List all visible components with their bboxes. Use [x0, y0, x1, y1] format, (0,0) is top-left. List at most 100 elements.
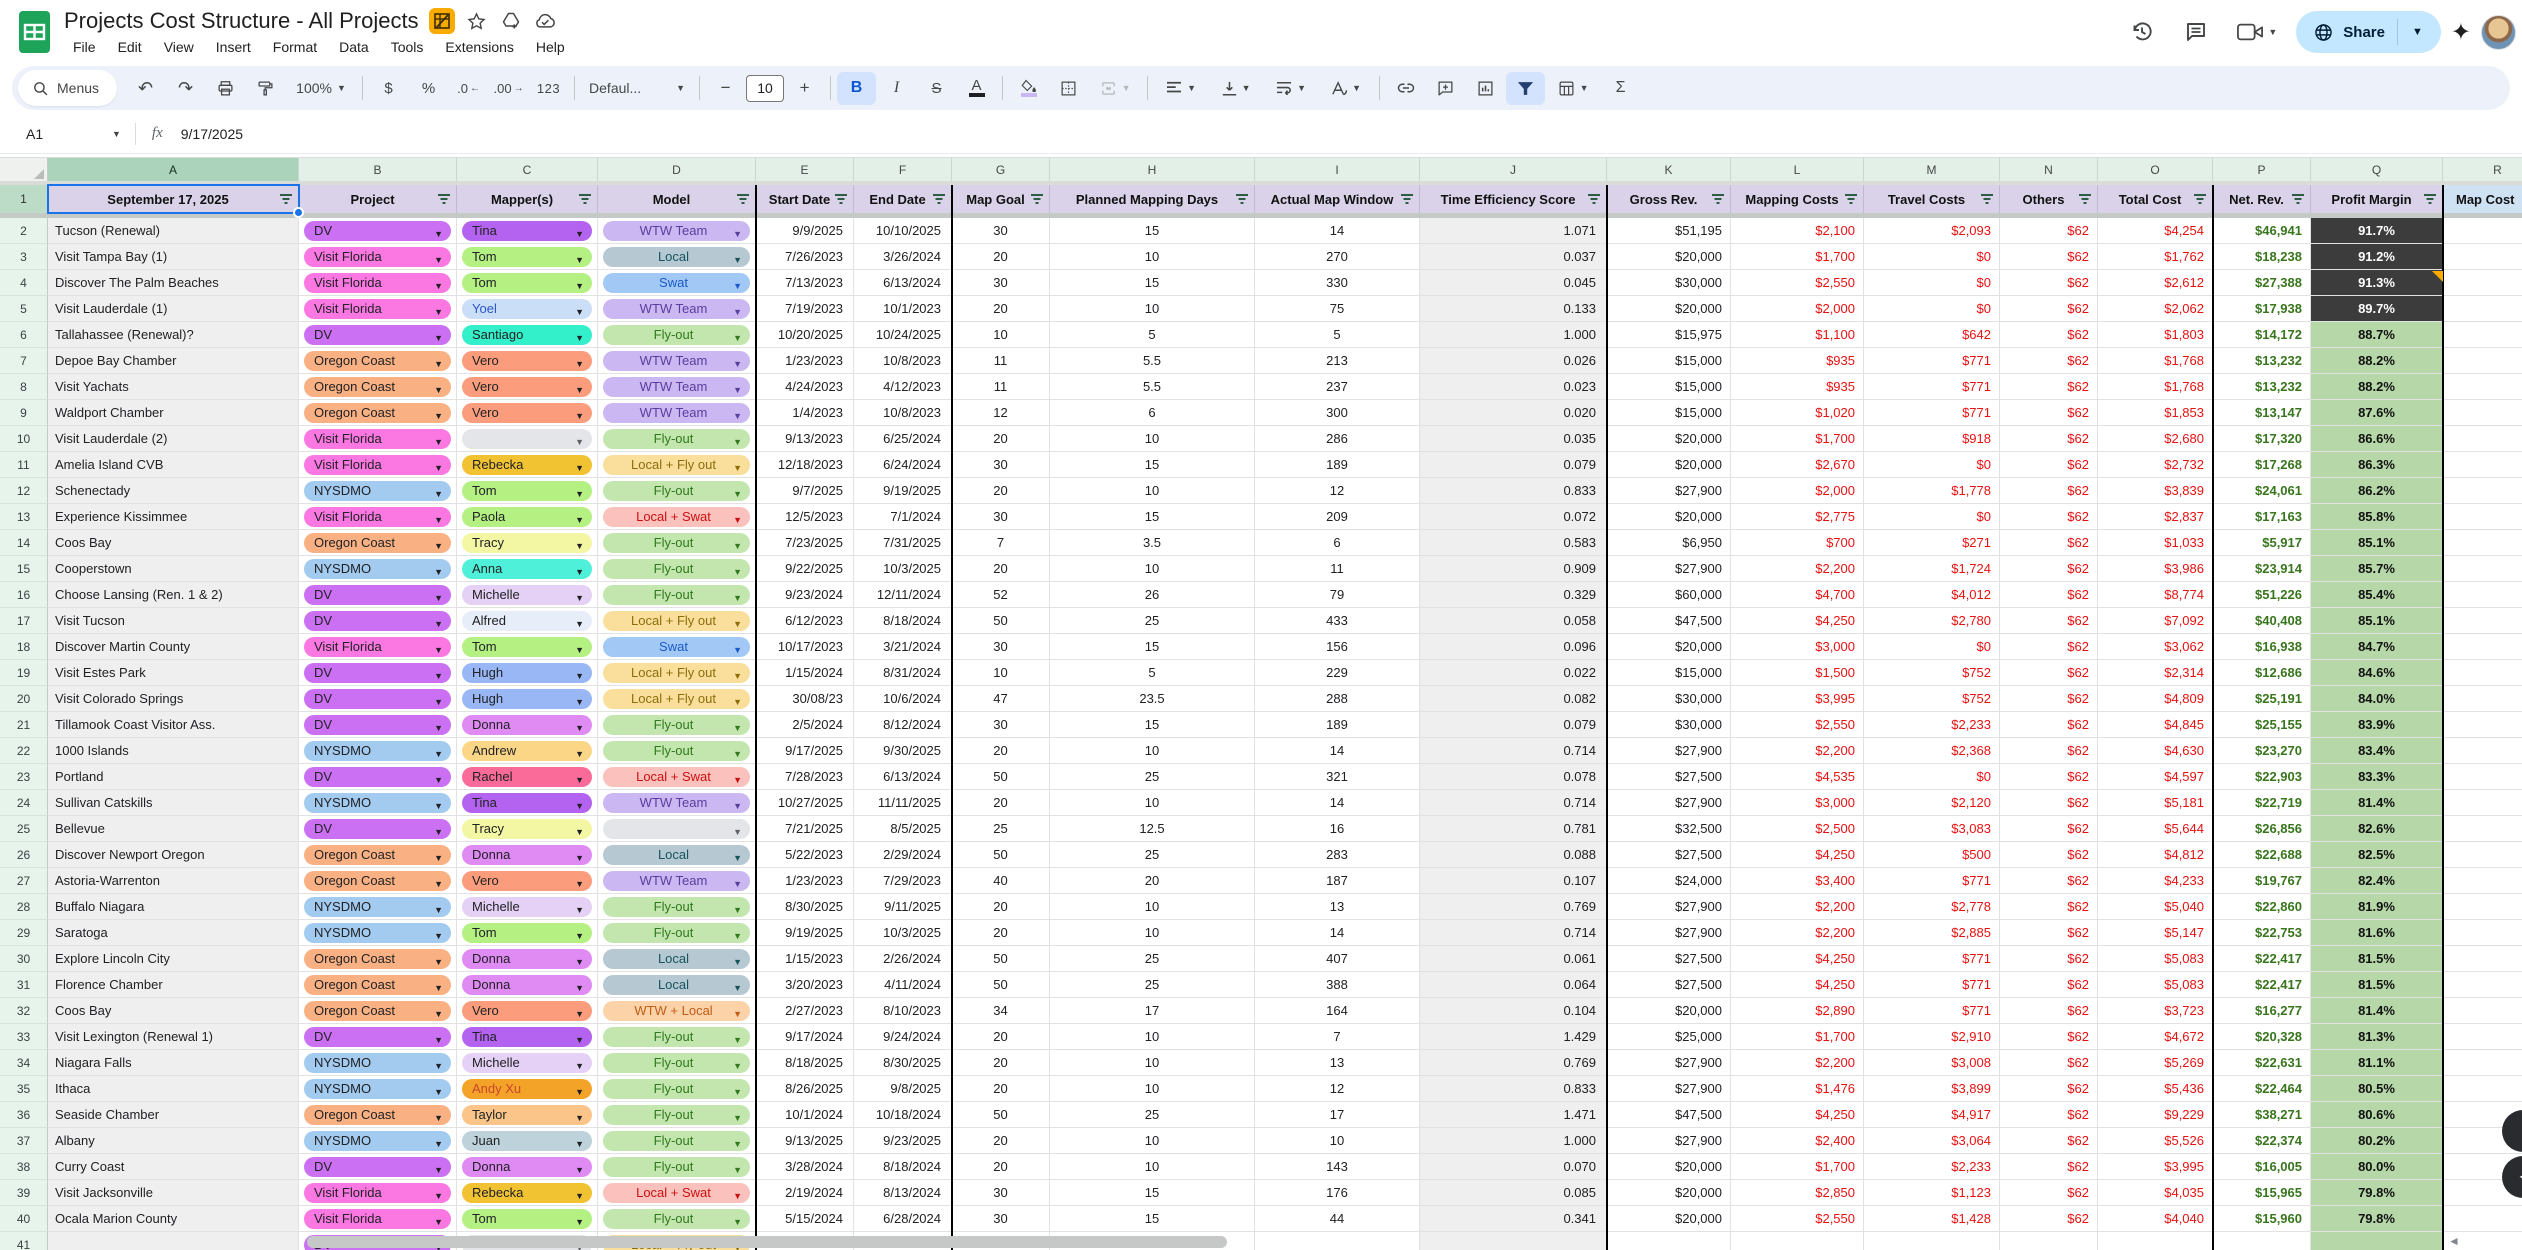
cell-mapper-38[interactable]: Donna▼ — [457, 1154, 598, 1180]
cell-rcol-8[interactable] — [2443, 374, 2522, 400]
chip-model[interactable]: Local + Swat▼ — [603, 507, 750, 527]
cell-goal-25[interactable]: 25 — [952, 816, 1050, 842]
row-header-1[interactable]: 1 — [0, 185, 48, 213]
cell-score-33[interactable]: 1.429 — [1420, 1024, 1607, 1050]
cell-net-4[interactable]: $27,388 — [2213, 270, 2311, 296]
cell-rcol-9[interactable] — [2443, 400, 2522, 426]
cell-days-32[interactable]: 17 — [1050, 998, 1255, 1024]
font-select[interactable]: Defaul...▼ — [581, 72, 693, 105]
row-header-3[interactable]: 3 — [0, 244, 48, 270]
chip-mapper[interactable]: Michelle▼ — [462, 585, 592, 605]
cell-total-31[interactable]: $5,083 — [2098, 972, 2213, 998]
cell-net-25[interactable]: $26,856 — [2213, 816, 2311, 842]
cell-net-35[interactable]: $22,464 — [2213, 1076, 2311, 1102]
col-header-M[interactable]: M — [1864, 158, 2000, 182]
cell-model-24[interactable]: WTW Team▼ — [598, 790, 756, 816]
cell-margin-34[interactable]: 81.1% — [2311, 1050, 2443, 1076]
cell-score-37[interactable]: 1.000 — [1420, 1128, 1607, 1154]
cell-project-6[interactable]: DV▼ — [299, 322, 457, 348]
meet-video-icon[interactable]: ▼ — [2228, 10, 2286, 54]
cell-rcol-32[interactable] — [2443, 998, 2522, 1024]
cell-model-15[interactable]: Fly-out▼ — [598, 556, 756, 582]
cell-net-6[interactable]: $14,172 — [2213, 322, 2311, 348]
cell-net-21[interactable]: $25,155 — [2213, 712, 2311, 738]
cell-rcol-34[interactable] — [2443, 1050, 2522, 1076]
row-header-4[interactable]: 4 — [0, 270, 48, 296]
fill-handle[interactable] — [293, 207, 304, 218]
chip-mapper[interactable]: Tom▼ — [462, 1209, 592, 1229]
cell-model-17[interactable]: Local + Fly out▼ — [598, 608, 756, 634]
toolbar-search-button[interactable]: Menus — [18, 70, 117, 106]
cell-total-36[interactable]: $9,229 — [2098, 1102, 2213, 1128]
cell-start-35[interactable]: 8/26/2025 — [756, 1076, 854, 1102]
row-header-39[interactable]: 39 — [0, 1180, 48, 1206]
cell-score-23[interactable]: 0.078 — [1420, 764, 1607, 790]
cell-travel-16[interactable]: $4,012 — [1864, 582, 2000, 608]
chip-model[interactable]: Fly-out▼ — [603, 481, 750, 501]
cell-margin-31[interactable]: 81.5% — [2311, 972, 2443, 998]
cell-margin-38[interactable]: 80.0% — [2311, 1154, 2443, 1180]
cell-mapcost-6[interactable]: $1,100 — [1731, 322, 1864, 348]
cell-net-3[interactable]: $18,238 — [2213, 244, 2311, 270]
cell-travel-32[interactable]: $771 — [1864, 998, 2000, 1024]
cell-end-28[interactable]: 9/11/2025 — [854, 894, 952, 920]
cell-mapper-22[interactable]: Andrew▼ — [457, 738, 598, 764]
cell-window-40[interactable]: 44 — [1255, 1206, 1420, 1232]
cell-window-5[interactable]: 75 — [1255, 296, 1420, 322]
cell-travel-27[interactable]: $771 — [1864, 868, 2000, 894]
chip-model[interactable]: Local + Fly out▼ — [603, 455, 750, 475]
chip-model[interactable]: Fly-out▼ — [603, 1053, 750, 1073]
chip-mapper[interactable]: Vero▼ — [462, 403, 592, 423]
cell-mapper-17[interactable]: Alfred▼ — [457, 608, 598, 634]
cell-score-39[interactable]: 0.085 — [1420, 1180, 1607, 1206]
cell-project-20[interactable]: DV▼ — [299, 686, 457, 712]
filter-funnel-icon[interactable] — [578, 193, 592, 205]
cell-end-7[interactable]: 10/8/2023 — [854, 348, 952, 374]
cell-days-25[interactable]: 12.5 — [1050, 816, 1255, 842]
cell-mapcost-34[interactable]: $2,200 — [1731, 1050, 1864, 1076]
cell-mapper-23[interactable]: Rachel▼ — [457, 764, 598, 790]
cell-score-22[interactable]: 0.714 — [1420, 738, 1607, 764]
cell-net-14[interactable]: $5,917 — [2213, 530, 2311, 556]
cell-start-11[interactable]: 12/18/2023 — [756, 452, 854, 478]
cell-mapper-31[interactable]: Donna▼ — [457, 972, 598, 998]
chip-model[interactable]: Swat▼ — [603, 273, 750, 293]
cell-days-13[interactable]: 15 — [1050, 504, 1255, 530]
cell-name-15[interactable]: Cooperstown — [48, 556, 299, 582]
chip-mapper[interactable]: Donna▼ — [462, 1157, 592, 1177]
cell-end-24[interactable]: 11/11/2025 — [854, 790, 952, 816]
cell-end-36[interactable]: 10/18/2024 — [854, 1102, 952, 1128]
cell-total-14[interactable]: $1,033 — [2098, 530, 2213, 556]
filter-button[interactable] — [1711, 193, 1725, 205]
row-header-30[interactable]: 30 — [0, 946, 48, 972]
chip-project[interactable]: Visit Florida▼ — [304, 1183, 451, 1203]
cell-name-7[interactable]: Depoe Bay Chamber — [48, 348, 299, 374]
cell-total-23[interactable]: $4,597 — [2098, 764, 2213, 790]
col-header-F[interactable]: F — [854, 158, 952, 182]
cell-project-32[interactable]: Oregon Coast▼ — [299, 998, 457, 1024]
row-header-35[interactable]: 35 — [0, 1076, 48, 1102]
chip-project[interactable]: DV▼ — [304, 689, 451, 709]
chip-model[interactable]: WTW Team▼ — [603, 403, 750, 423]
row-header-18[interactable]: 18 — [0, 634, 48, 660]
cell-mapcost-15[interactable]: $2,200 — [1731, 556, 1864, 582]
chip-mapper[interactable]: Andrew▼ — [462, 741, 592, 761]
chip-project[interactable]: NYSDMO▼ — [304, 793, 451, 813]
cell-mapcost-8[interactable]: $935 — [1731, 374, 1864, 400]
cell-start-22[interactable]: 9/17/2025 — [756, 738, 854, 764]
chip-model[interactable]: Local + Fly out▼ — [603, 611, 750, 631]
text-wrap-button[interactable]: ▼ — [1264, 72, 1318, 105]
cell-model-13[interactable]: Local + Swat▼ — [598, 504, 756, 530]
cell-project-40[interactable]: Visit Florida▼ — [299, 1206, 457, 1232]
cell-project-11[interactable]: Visit Florida▼ — [299, 452, 457, 478]
cell-mapper-7[interactable]: Vero▼ — [457, 348, 598, 374]
cell-end-15[interactable]: 10/3/2025 — [854, 556, 952, 582]
italic-button[interactable]: I — [877, 72, 916, 105]
col-header-P[interactable]: P — [2213, 158, 2311, 182]
cell-start-38[interactable]: 3/28/2024 — [756, 1154, 854, 1180]
chip-project[interactable]: DV▼ — [304, 663, 451, 683]
chip-model[interactable]: Fly-out▼ — [603, 897, 750, 917]
cell-end-26[interactable]: 2/29/2024 — [854, 842, 952, 868]
row-header-41[interactable]: 41 — [0, 1232, 48, 1250]
cell-rcol-14[interactable] — [2443, 530, 2522, 556]
